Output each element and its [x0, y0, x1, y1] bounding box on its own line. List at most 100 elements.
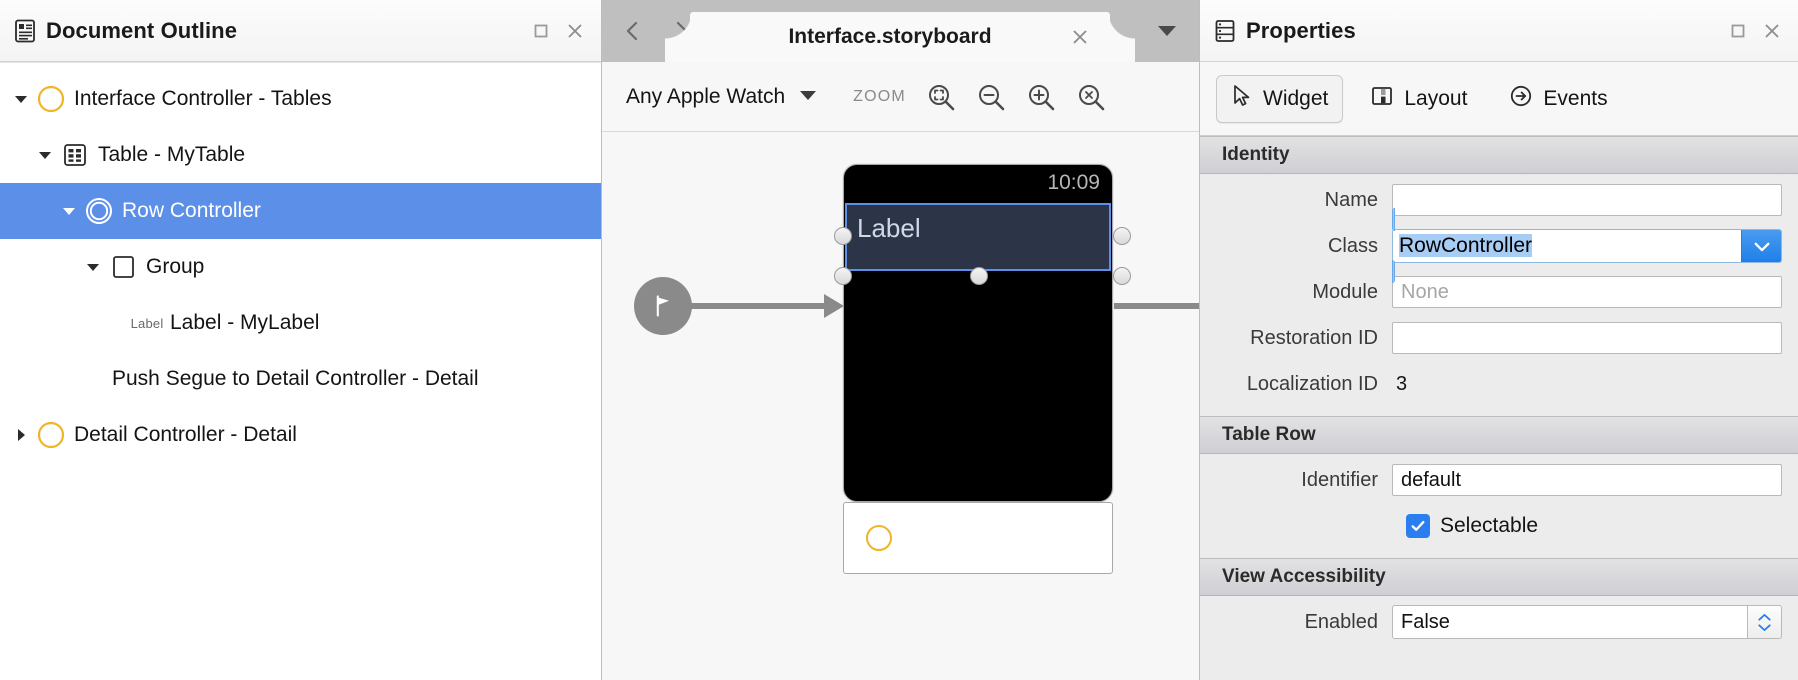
row-controller-card[interactable]	[843, 502, 1113, 574]
field-row-module: Module None	[1200, 272, 1798, 312]
zoom-out-icon[interactable]	[974, 80, 1008, 114]
field-value: default	[1392, 464, 1782, 496]
section-header-view-accessibility: View Accessibility	[1200, 558, 1798, 596]
tree-item-label: Row Controller	[122, 199, 261, 222]
enabled-value[interactable]: False	[1392, 605, 1748, 639]
panel-title: Properties	[1246, 17, 1356, 43]
table-icon	[58, 142, 92, 168]
panel-header-buttons	[1728, 21, 1782, 41]
selected-label-element[interactable]: Label	[845, 203, 1111, 271]
zoom-actual-size-icon[interactable]	[924, 80, 958, 114]
field-label: Enabled	[1304, 610, 1378, 633]
field-row-class: Class RowController	[1200, 208, 1798, 283]
field-row-localization-id: Localization ID 3	[1200, 364, 1798, 404]
resize-handle-right-bottom[interactable]	[1113, 267, 1131, 285]
watch-status-time: 10:09	[1047, 171, 1100, 194]
controller-circle-icon	[34, 420, 68, 450]
chevron-left-icon[interactable]	[616, 14, 650, 48]
field-row-restoration-id: Restoration ID	[1200, 318, 1798, 358]
resize-handle-bottom-center[interactable]	[970, 267, 988, 285]
tree-item-group[interactable]: Group	[0, 239, 601, 295]
entry-point-flag-icon[interactable]	[634, 277, 692, 335]
field-row-enabled: Enabled False	[1200, 602, 1798, 642]
chevron-down-icon[interactable]	[799, 88, 817, 106]
label-text-icon: Label	[130, 316, 164, 331]
app-window: Document Outline Interface Controller - …	[0, 0, 1798, 680]
tab-label: Events	[1543, 86, 1608, 110]
arrow-circle-icon	[1509, 84, 1533, 114]
class-combobox[interactable]: RowController	[1392, 229, 1782, 263]
segue-outgoing-line	[1114, 303, 1199, 309]
controller-circle-icon	[34, 84, 68, 114]
panel-header-buttons	[531, 21, 585, 41]
tab-layout[interactable]: Layout	[1355, 75, 1482, 123]
class-combobox-focus-ring: RowController	[1392, 208, 1782, 283]
zoom-in-icon[interactable]	[1024, 80, 1058, 114]
stepper-up-icon	[1758, 613, 1771, 621]
class-input-selected-text: RowController	[1399, 234, 1533, 257]
stepper-down-icon	[1758, 623, 1771, 631]
close-icon[interactable]	[1068, 25, 1092, 49]
row-controller-icon	[82, 196, 116, 226]
chevron-down-icon[interactable]	[1741, 230, 1781, 262]
zoom-to-fit-icon[interactable]	[1074, 80, 1108, 114]
resize-handle-right-top[interactable]	[1113, 227, 1131, 245]
disclosure-triangle-collapsed-icon[interactable]	[8, 428, 34, 442]
device-selector-label[interactable]: Any Apple Watch	[626, 85, 785, 109]
selectable-checkbox[interactable]	[1406, 514, 1430, 538]
tab-overflow-menu-chevron-down-icon[interactable]	[1135, 0, 1199, 62]
tree-item-table[interactable]: Table - MyTable	[0, 127, 601, 183]
field-value: RowController	[1392, 208, 1782, 283]
disclosure-triangle-expanded-icon[interactable]	[80, 260, 106, 274]
module-input[interactable]: None	[1392, 276, 1782, 308]
properties-content: Identity Name Class RowController Module…	[1200, 136, 1798, 680]
watch-scene: 10:09 Label	[602, 132, 1199, 680]
editor-tab-bar: Interface.storyboard	[602, 0, 1199, 62]
field-row-selectable[interactable]: Selectable	[1200, 506, 1798, 546]
tree-item-label: Label - MyLabel	[170, 311, 320, 334]
close-icon[interactable]	[1762, 21, 1782, 41]
close-icon[interactable]	[565, 21, 585, 41]
resize-handle-left-top[interactable]	[834, 227, 852, 245]
maximize-icon[interactable]	[531, 21, 551, 41]
tree-item-push-segue[interactable]: Push Segue to Detail Controller - Detail	[0, 351, 601, 407]
outline-tree[interactable]: Interface Controller - Tables Table - My…	[0, 62, 601, 680]
tab-title: Interface.storyboard	[788, 25, 992, 48]
tab-label: Widget	[1263, 86, 1329, 110]
tree-item-row-controller[interactable]: Row Controller	[0, 183, 601, 239]
class-input[interactable]: RowController	[1393, 234, 1741, 258]
tree-item-label: Detail Controller - Detail	[74, 423, 297, 446]
resize-handle-left-bottom[interactable]	[834, 267, 852, 285]
field-value: 3	[1392, 373, 1782, 396]
tree-item-label-mylabel[interactable]: Label Label - MyLabel	[0, 295, 601, 351]
enabled-stepper-group: False	[1392, 605, 1782, 639]
properties-header: Properties	[1200, 0, 1798, 62]
editor-tab-interface-storyboard[interactable]: Interface.storyboard	[690, 12, 1110, 62]
enabled-stepper-buttons[interactable]	[1748, 605, 1782, 639]
document-outline-icon	[14, 19, 36, 43]
field-row-identifier: Identifier default	[1200, 460, 1798, 500]
controller-circle-icon	[866, 525, 892, 551]
field-value: None	[1392, 276, 1782, 308]
tab-label: Layout	[1404, 86, 1468, 110]
label-text: Label	[857, 213, 921, 243]
tree-item-label: Push Segue to Detail Controller - Detail	[112, 367, 479, 390]
tab-events[interactable]: Events	[1494, 75, 1622, 123]
tab-widget[interactable]: Widget	[1216, 74, 1344, 123]
tree-item-interface-controller[interactable]: Interface Controller - Tables	[0, 71, 601, 127]
identifier-input[interactable]: default	[1392, 464, 1782, 496]
field-value	[1392, 322, 1782, 354]
storyboard-canvas[interactable]: 10:09 Label	[602, 132, 1199, 680]
restoration-id-input[interactable]	[1392, 322, 1782, 354]
maximize-icon[interactable]	[1728, 21, 1748, 41]
disclosure-triangle-expanded-icon[interactable]	[8, 92, 34, 106]
tree-item-detail-controller[interactable]: Detail Controller - Detail	[0, 407, 601, 463]
device-zoom-toolbar: Any Apple Watch ZOOM	[602, 62, 1199, 132]
watch-device-preview[interactable]: 10:09 Label	[843, 164, 1113, 502]
panel-title: Document Outline	[46, 17, 238, 43]
zoom-label: ZOOM	[853, 87, 906, 105]
section-header-table-row: Table Row	[1200, 416, 1798, 454]
field-label: Localization ID	[1246, 372, 1378, 395]
disclosure-triangle-expanded-icon[interactable]	[56, 204, 82, 218]
disclosure-triangle-expanded-icon[interactable]	[32, 148, 58, 162]
